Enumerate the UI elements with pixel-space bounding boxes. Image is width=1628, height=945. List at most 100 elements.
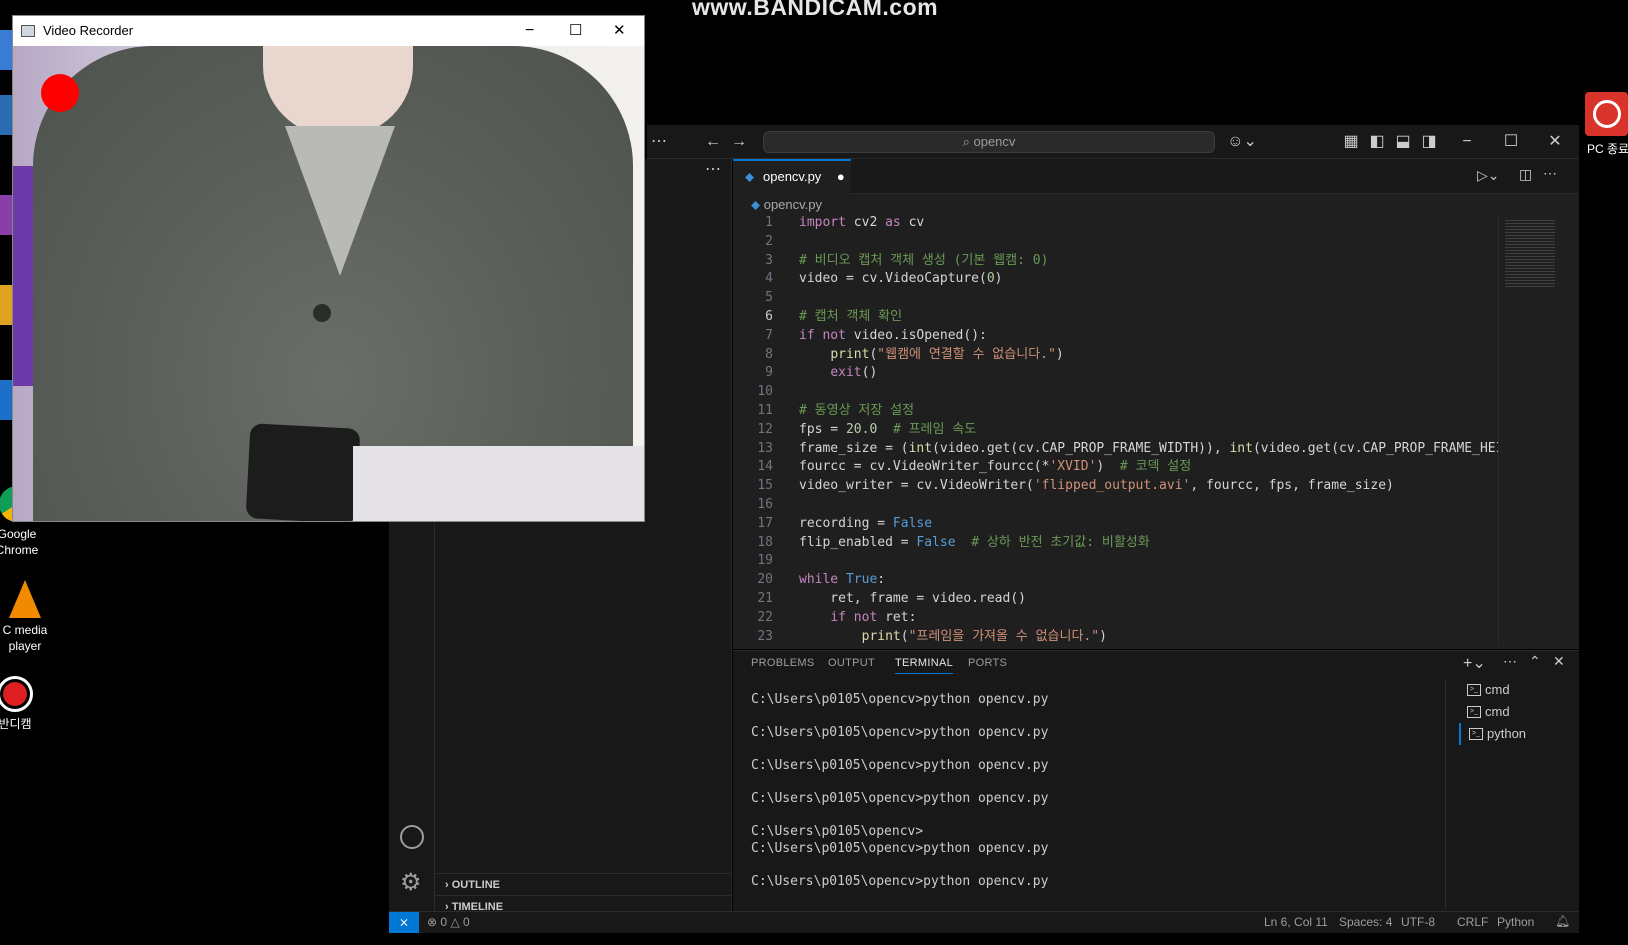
code-line[interactable]: video_writer = cv.VideoWriter('flipped_o… (799, 477, 1394, 496)
line-number: 4 (765, 271, 773, 287)
line-number: 20 (757, 572, 773, 588)
notifications-bell-icon[interactable]: 🔔︎ (1555, 914, 1570, 928)
desktop-icon-bandicam[interactable]: 반디캠 (0, 676, 50, 732)
run-python-icon[interactable]: ▷⌄ (1477, 167, 1500, 184)
bandicam-watermark: www.BANDICAM.com (692, 0, 939, 20)
pc-shutdown-icon[interactable] (1585, 92, 1628, 136)
line-number: 19 (757, 553, 773, 569)
code-line[interactable]: # 캡처 객체 확인 (799, 308, 902, 327)
sidebar-more-icon[interactable]: ⋯ (705, 159, 721, 179)
toggle-sidebar-icon[interactable]: ◧ (1365, 125, 1389, 159)
breadcrumb-file: opencv.py (763, 197, 823, 212)
line-number: 16 (757, 497, 773, 512)
editor-area: ⬥ opencv.py ● ▷⌄ ◫ ⋯ ⬥ opencv.py 1 import… (733, 159, 1579, 649)
maximize-icon[interactable]: ☐ (1499, 125, 1523, 159)
split-editor-icon[interactable]: ◫ (1519, 166, 1532, 183)
new-terminal-icon[interactable]: +⌄ (1463, 653, 1486, 673)
code-line[interactable]: # 동영상 저장 설정 (799, 402, 914, 421)
more-icon[interactable]: ⋯ (647, 125, 671, 159)
terminal-list-item[interactable]: >_ cmd (1459, 701, 1569, 723)
maximize-icon[interactable]: ☐ (569, 16, 582, 46)
pc-shutdown-label: PC 종료 (1587, 142, 1628, 156)
encoding[interactable]: UTF-8 (1401, 915, 1435, 929)
code-line[interactable]: frame_size = (int(video.get(cv.CAP_PROP_… (799, 440, 1503, 459)
line-number: 3 (765, 252, 773, 268)
terminal-list-item[interactable]: >_ cmd (1459, 679, 1569, 701)
python-file-icon: ⬥ (745, 169, 755, 184)
forward-arrow-icon[interactable]: → (727, 125, 751, 159)
desktop-icon-partial-5[interactable] (0, 380, 12, 420)
tab-opencv-py[interactable]: ⬥ opencv.py ● (733, 159, 851, 194)
indentation[interactable]: Spaces: 4 (1339, 915, 1392, 929)
desktop-icon-partial-2[interactable] (0, 95, 12, 135)
code-line[interactable]: fps = 20.0 # 프레임 속도 (799, 421, 976, 440)
minimap[interactable] (1498, 214, 1570, 644)
code-line[interactable]: if not ret: (799, 609, 916, 628)
code-line[interactable]: print("프레임을 가져올 수 없습니다.") (799, 628, 1107, 644)
terminal-list-item[interactable]: >_ python (1459, 723, 1569, 745)
line-ending[interactable]: CRLF (1457, 915, 1488, 929)
editor-more-icon[interactable]: ⋯ (1543, 165, 1557, 182)
problems-status[interactable]: ⊗ 0 △ 0 (427, 915, 470, 929)
panel-more-icon[interactable]: ⋯ (1503, 653, 1517, 670)
unsaved-dot-icon[interactable]: ● (837, 169, 845, 184)
command-center-search[interactable]: ⌕ opencv (763, 131, 1215, 153)
code-line[interactable]: exit() (799, 364, 877, 383)
line-number: 6 (765, 309, 773, 324)
power-icon (1593, 100, 1621, 128)
code-line[interactable]: fourcc = cv.VideoWriter_fourcc(*'XVID') … (799, 458, 1191, 477)
tab-ports[interactable]: PORTS (968, 657, 1007, 669)
minimize-icon[interactable]: − (525, 16, 534, 46)
code-line[interactable]: video = cv.VideoCapture(0) (799, 270, 1003, 289)
code-line[interactable]: while True: (799, 571, 885, 590)
desktop-icon-partial-4[interactable] (0, 285, 12, 325)
bottom-panel: PROBLEMS OUTPUT TERMINAL PORTS +⌄ ⋯ ⌃ ✕ … (733, 650, 1579, 911)
accounts-icon[interactable] (400, 825, 424, 849)
remote-indicator-icon[interactable]: ⨯ (389, 912, 419, 933)
code-editor[interactable]: 1 import cv2 as cv 2 3 # 비디오 캡처 객체 생성 (기본 웹캠… (733, 214, 1503, 644)
terminal-list-label: cmd (1485, 682, 1510, 697)
close-icon[interactable]: ✕ (1543, 125, 1567, 159)
line-number: 14 (757, 459, 773, 475)
terminal-output[interactable]: C:\Users\p0105\opencv>python opencv.py C:… (751, 691, 1441, 890)
vscode-titlebar: ⋯ ← → ⌕ opencv ☺⌄ ▦ ◧ ⬓ ◨ − ☐ ✕ (647, 125, 1579, 159)
code-line[interactable]: import cv2 as cv (799, 214, 924, 233)
close-panel-icon[interactable]: ✕ (1553, 653, 1565, 670)
back-arrow-icon[interactable]: ← (701, 125, 725, 159)
outline-section[interactable]: › OUTLINE (435, 873, 732, 895)
terminal-icon: >_ (1467, 684, 1481, 696)
language-mode[interactable]: Python (1497, 915, 1534, 929)
code-line[interactable]: recording = False (799, 515, 932, 534)
line-number: 17 (757, 515, 773, 531)
tab-terminal[interactable]: TERMINAL (895, 657, 954, 674)
code-line[interactable]: if not video.isOpened(): (799, 327, 987, 346)
copilot-icon[interactable]: ☺⌄ (1225, 125, 1259, 159)
code-line[interactable]: # 비디오 캡처 객체 생성 (기본 웹캠: 0) (799, 252, 1048, 271)
desktop-icon-vlc[interactable]: C media player (0, 580, 60, 654)
terminal-list-label: cmd (1485, 704, 1510, 719)
breadcrumb[interactable]: ⬥ opencv.py (751, 197, 822, 213)
tab-output[interactable]: OUTPUT (828, 657, 875, 669)
code-line[interactable]: flip_enabled = False # 상하 반전 초기값: 비활성화 (799, 534, 1150, 553)
minimize-icon[interactable]: − (1455, 125, 1479, 159)
terminal-scrollbar[interactable] (1445, 679, 1455, 909)
maximize-panel-icon[interactable]: ⌃ (1529, 653, 1541, 670)
close-icon[interactable]: ✕ (613, 16, 626, 46)
code-line[interactable]: ret, frame = video.read() (799, 590, 1026, 609)
toggle-secondary-sidebar-icon[interactable]: ◨ (1417, 125, 1441, 159)
desktop-icon-partial-3[interactable] (0, 195, 12, 235)
line-number: 22 (757, 609, 773, 625)
line-number: 7 (765, 327, 773, 343)
layout-customize-icon[interactable]: ▦ (1339, 125, 1363, 159)
code-line[interactable]: print("웹캠에 연결할 수 없습니다.") (799, 346, 1063, 365)
settings-gear-icon[interactable]: ⚙ (400, 871, 422, 895)
recording-indicator-dot (41, 74, 79, 112)
terminal-line: C:\Users\p0105\opencv>python opencv.py (751, 692, 1049, 707)
toggle-panel-icon[interactable]: ⬓ (1391, 125, 1415, 159)
cursor-position[interactable]: Ln 6, Col 11 (1264, 915, 1328, 929)
webcam-feed (13, 46, 644, 521)
tab-problems[interactable]: PROBLEMS (751, 657, 815, 669)
app-icon (21, 25, 35, 37)
line-number: 11 (757, 403, 773, 418)
